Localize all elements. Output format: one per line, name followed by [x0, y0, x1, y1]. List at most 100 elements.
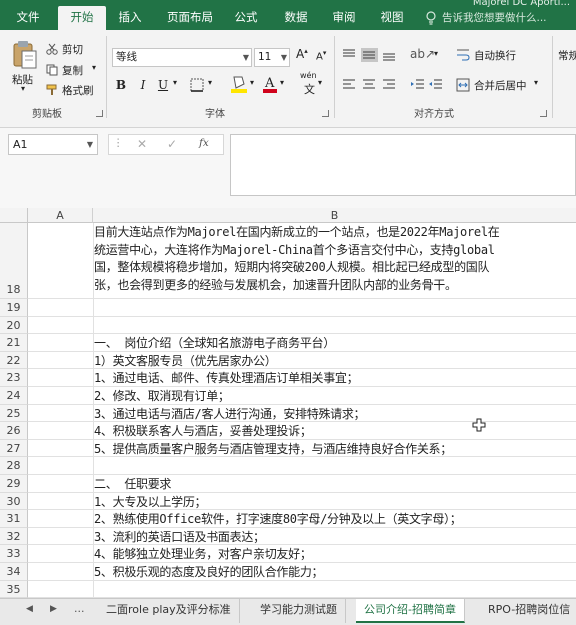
decrease-font-icon[interactable]: A▾ — [316, 49, 326, 62]
formula-input[interactable] — [230, 134, 576, 196]
tab-file[interactable]: 文件 — [8, 6, 48, 30]
tab-view[interactable]: 视图 — [374, 6, 410, 30]
group-separator — [106, 36, 107, 118]
select-all-button[interactable] — [0, 208, 28, 223]
row-header-18[interactable]: 18 — [0, 223, 28, 299]
row-header-25[interactable]: 25 — [0, 404, 28, 423]
row-gridline — [28, 350, 576, 352]
phonetic-dropdown-icon[interactable]: ▾ — [318, 78, 322, 87]
lightbulb-icon — [426, 11, 436, 25]
tell-me-search[interactable]: 告诉我您想要做什么... — [442, 10, 547, 25]
cancel-icon[interactable]: ✕ — [137, 137, 147, 151]
wrap-text-button[interactable]: 自动换行 — [474, 48, 516, 63]
cell-b18-line-1[interactable]: 目前大连站点作为Majorel在国内新成立的一个站点，也是2022年Majore… — [94, 224, 500, 242]
tab-formulas[interactable]: 公式 — [228, 6, 264, 30]
vertical-align-icons[interactable] — [342, 48, 406, 62]
row-gridline — [28, 579, 576, 581]
row-header-34[interactable]: 34 — [0, 563, 28, 581]
group-separator — [552, 36, 553, 118]
column-header-b[interactable]: B — [93, 208, 576, 223]
row-header-29[interactable]: 29 — [0, 475, 28, 493]
borders-icon[interactable] — [190, 78, 204, 92]
merge-dropdown-icon[interactable]: ▾ — [534, 78, 538, 87]
underline-button[interactable]: U — [154, 76, 172, 94]
copy-button[interactable]: 复制 — [62, 63, 83, 78]
row-header-27[interactable]: 27 — [0, 439, 28, 458]
row-header-24[interactable]: 24 — [0, 387, 28, 405]
format-painter-button[interactable]: 格式刷 — [62, 83, 94, 98]
indent-icons[interactable] — [410, 78, 446, 92]
alignment-group-label: 对齐方式 — [414, 109, 454, 120]
sheet-tab-company-intro[interactable]: 公司介绍-招聘简章 — [356, 599, 465, 623]
row-gridline — [28, 333, 576, 335]
row-header-33[interactable]: 33 — [0, 545, 28, 563]
borders-dropdown-icon[interactable]: ▾ — [208, 78, 212, 87]
row-header-28[interactable]: 28 — [0, 457, 28, 475]
cut-button[interactable]: 剪切 — [62, 42, 83, 57]
clipboard-launcher[interactable] — [96, 110, 103, 117]
paste-icon[interactable] — [12, 40, 38, 70]
increase-font-icon[interactable]: A▴ — [296, 47, 308, 61]
sheet-more-button[interactable]: ... — [74, 602, 85, 615]
orientation-dropdown-icon[interactable]: ▾ — [434, 49, 438, 58]
row-header-26[interactable]: 26 — [0, 422, 28, 440]
font-launcher[interactable] — [322, 110, 329, 117]
cut-icon[interactable] — [46, 43, 58, 55]
row-header-19[interactable]: 19 — [0, 299, 28, 317]
sheet-tab-role-play[interactable]: 二面role play及评分标准 — [98, 599, 240, 623]
format-painter-icon[interactable] — [46, 84, 58, 96]
enter-icon[interactable]: ✓ — [167, 137, 177, 151]
tab-page-layout[interactable]: 页面布局 — [160, 6, 220, 30]
horizontal-align-icons[interactable] — [342, 78, 406, 92]
merge-center-button[interactable]: 合并后居中 — [474, 78, 527, 93]
formula-buttons: ⋮ ✕ ✓ fx — [108, 134, 224, 155]
orientation-icon[interactable]: ab↗ — [410, 47, 435, 61]
column-header-a[interactable]: A — [28, 208, 93, 223]
font-size-combo[interactable]: 11 ▼ — [254, 48, 290, 67]
sheet-tab-learning-test[interactable]: 学习能力测试题 — [252, 599, 346, 623]
sheet-prev-icon[interactable]: ◀ — [26, 604, 33, 614]
alignment-launcher[interactable] — [540, 110, 547, 117]
number-format-combo[interactable]: 常规 — [558, 48, 576, 63]
paste-dropdown-icon[interactable]: ▾ — [21, 84, 25, 93]
wrap-text-icon[interactable] — [456, 48, 470, 62]
tab-insert[interactable]: 插入 — [112, 6, 148, 30]
row-gridline — [28, 421, 576, 423]
formula-area: A1 ▼ ⋮ ✕ ✓ fx — [0, 128, 576, 208]
row-header-21[interactable]: 21 — [0, 334, 28, 352]
row-header-35[interactable]: 35 — [0, 580, 28, 598]
bold-button[interactable]: B — [112, 76, 130, 94]
copy-icon[interactable] — [46, 64, 58, 76]
group-separator — [334, 36, 335, 118]
copy-dropdown-icon[interactable]: ▾ — [92, 63, 96, 72]
row-header-30[interactable]: 30 — [0, 492, 28, 511]
row-header-31[interactable]: 31 — [0, 510, 28, 528]
font-color-dropdown-icon[interactable]: ▾ — [280, 78, 284, 87]
fill-color-dropdown-icon[interactable]: ▾ — [250, 78, 254, 87]
row-gridline — [28, 368, 576, 370]
cell-b18-line-4[interactable]: 张，也会得到更多的经验与发展机会，加速晋升团队内部的业务骨干。 — [94, 277, 457, 295]
fill-color-icon[interactable] — [230, 74, 248, 94]
font-color-icon[interactable]: A — [262, 74, 278, 94]
tab-data[interactable]: 数据 — [278, 6, 314, 30]
row-header-32[interactable]: 32 — [0, 527, 28, 546]
row-header-20[interactable]: 20 — [0, 316, 28, 335]
row-gridline — [28, 386, 576, 387]
underline-dropdown-icon[interactable]: ▾ — [173, 78, 177, 87]
row-header-22[interactable]: 22 — [0, 351, 28, 370]
cell-b18-line-3[interactable]: 国，整体规模将稳步增加，短期内将突破200人规模。相比起已经成型的国队 — [94, 259, 489, 277]
merge-center-icon[interactable] — [456, 78, 470, 92]
tab-review[interactable]: 审阅 — [326, 6, 362, 30]
tab-home[interactable]: 开始 — [58, 6, 106, 30]
row-header-23[interactable]: 23 — [0, 369, 28, 387]
name-box[interactable]: A1 ▼ — [8, 134, 98, 155]
sheet-next-icon[interactable]: ▶ — [50, 604, 57, 614]
chevron-down-icon: ▼ — [242, 53, 249, 62]
font-name-combo[interactable]: 等线 ▼ — [112, 48, 252, 67]
insert-function-button[interactable]: fx — [199, 137, 209, 149]
cell-b18-line-2[interactable]: 统运营中心，大连将作为Majorel-China首个多语言交付中心，支持glob… — [94, 242, 495, 260]
phonetic-button[interactable]: wén — [300, 71, 317, 80]
italic-button[interactable]: I — [134, 76, 152, 94]
sheet-tab-rpo[interactable]: RPO-招聘岗位信 — [480, 599, 576, 623]
spreadsheet-grid[interactable]: A B 18 目前大连站点作为Majorel在国内新成立的一个站点，也是2022年… — [0, 208, 576, 598]
